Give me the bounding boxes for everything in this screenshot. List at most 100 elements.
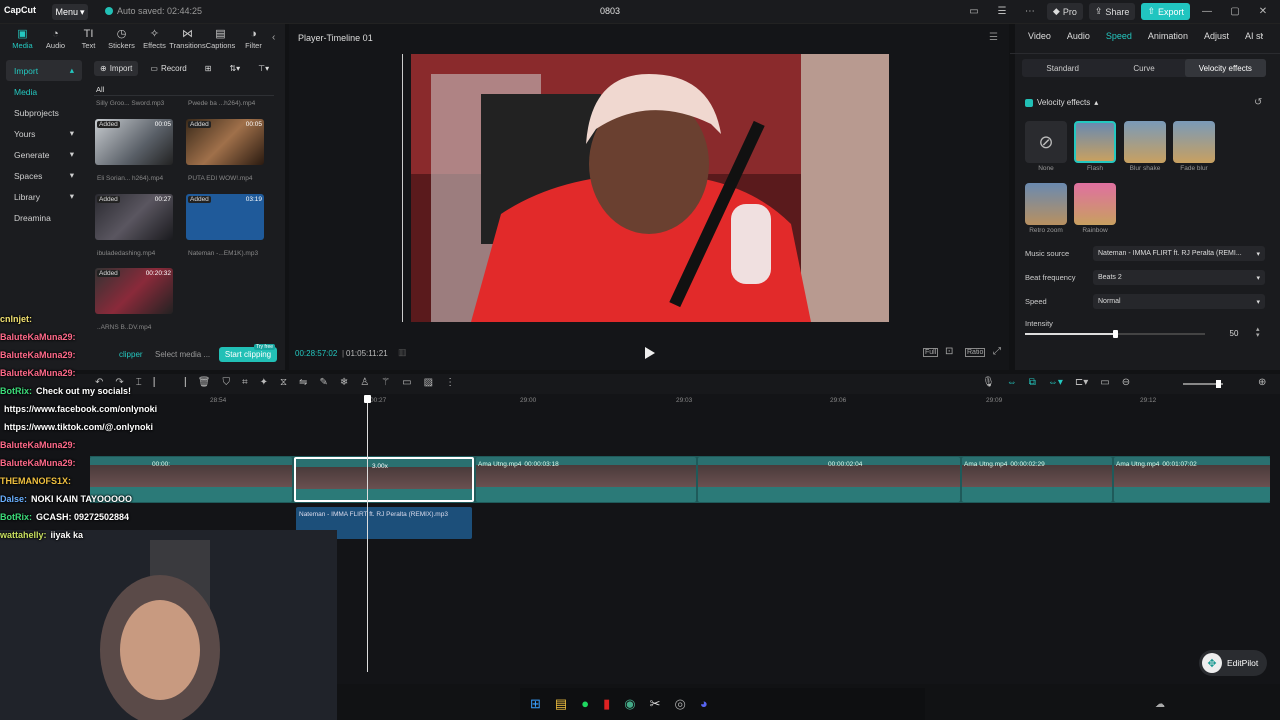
chevron-left-icon[interactable]: ‹ bbox=[272, 32, 275, 43]
maximize-icon[interactable]: ▢ bbox=[1224, 6, 1246, 17]
chevron-right-icon[interactable]: › bbox=[1260, 30, 1263, 41]
capcut-icon[interactable]: ✂ bbox=[650, 696, 661, 712]
video-clip[interactable]: Ama Utng.mp4 00:01:07:02 bbox=[1114, 457, 1270, 502]
mic-icon[interactable]: 🎙 bbox=[982, 377, 995, 388]
windows-start-icon[interactable]: ⊞ bbox=[530, 696, 541, 712]
record-button[interactable]: ▭ Record bbox=[144, 61, 192, 76]
effect-retro-zoom[interactable] bbox=[1025, 183, 1067, 225]
tab-video[interactable]: Video bbox=[1020, 31, 1059, 41]
playhead[interactable] bbox=[364, 395, 371, 672]
slider-handle[interactable] bbox=[1113, 330, 1118, 338]
play-button[interactable] bbox=[645, 347, 655, 359]
tab-stickers[interactable]: ◷ Stickers bbox=[105, 24, 138, 52]
tray-icon[interactable]: ☁ bbox=[1155, 699, 1165, 710]
close-icon[interactable]: ✕ bbox=[1252, 6, 1274, 17]
checkbox-icon[interactable] bbox=[1025, 98, 1033, 107]
snap-icon[interactable]: ⧉ bbox=[1029, 377, 1036, 388]
fullscreen-icon[interactable]: ⤢ bbox=[993, 346, 1001, 357]
sidebar-item-yours[interactable]: Yours ▾ bbox=[6, 123, 82, 144]
reset-icon[interactable]: ↺ bbox=[1254, 97, 1262, 108]
grid-view-icon[interactable]: ⊞ bbox=[199, 61, 218, 76]
image-icon[interactable]: ▨ bbox=[424, 377, 433, 388]
waveform-icon[interactable]: ▥ bbox=[398, 347, 407, 358]
settings-icon[interactable]: ⋯ bbox=[1019, 6, 1041, 17]
layout-icon[interactable]: ▭ bbox=[963, 6, 985, 17]
app-icon[interactable]: ▮ bbox=[603, 696, 610, 712]
effect-rainbow[interactable] bbox=[1074, 183, 1116, 225]
link-icon[interactable]: ⇔ bbox=[1007, 377, 1017, 388]
video-clip[interactable]: 00:00:02:04 bbox=[698, 457, 960, 502]
wand-icon[interactable]: ⚚ bbox=[381, 377, 390, 388]
ratio-button[interactable]: Ratio bbox=[965, 348, 986, 357]
tab-filter[interactable]: ◑ Filter bbox=[237, 24, 270, 52]
share-button[interactable]: ⇪ Share bbox=[1088, 3, 1136, 20]
folder-icon[interactable]: ▤ bbox=[555, 696, 567, 712]
import-button[interactable]: ⊕ Import bbox=[94, 60, 139, 76]
tab-media[interactable]: ▣ Media bbox=[6, 24, 39, 52]
freeze-icon[interactable]: ❄ bbox=[340, 377, 348, 388]
music-source-dropdown[interactable]: Nateman - IMMA FLIRT ft. RJ Peralta (REM… bbox=[1093, 246, 1265, 261]
zoom-slider[interactable] bbox=[1183, 380, 1223, 388]
export-button[interactable]: ⇧ Export bbox=[1141, 3, 1190, 20]
playhead-handle[interactable] bbox=[364, 395, 371, 403]
tab-text[interactable]: TI Text bbox=[72, 24, 105, 52]
tab-transitions[interactable]: ⋈ Transitions bbox=[169, 24, 205, 52]
preview-axis-icon[interactable]: ⇔▾ bbox=[1048, 377, 1063, 388]
effect-flash[interactable] bbox=[1074, 121, 1116, 163]
tab-effects[interactable]: ✧ Effects bbox=[138, 24, 171, 52]
media-thumb[interactable]: Added 00:05 bbox=[95, 119, 173, 165]
all-filter[interactable]: All bbox=[96, 85, 104, 94]
video-clip[interactable]: Ama Utng.mp4 00:00:03:18 bbox=[476, 457, 696, 502]
media-thumb[interactable]: Added 00:05 bbox=[186, 119, 264, 165]
effect-fade-blur[interactable] bbox=[1173, 121, 1215, 163]
effect-blur-shake[interactable] bbox=[1124, 121, 1166, 163]
speed-dropdown[interactable]: Normal ▾ bbox=[1093, 294, 1265, 309]
sidebar-item-media[interactable]: Media bbox=[6, 81, 82, 102]
sidebar-item-import[interactable]: Import ▴ bbox=[6, 60, 82, 81]
media-thumb[interactable]: Added 03:19 bbox=[186, 194, 264, 240]
video-clip[interactable]: Ama Utng.mp4 00:00:02:29 bbox=[962, 457, 1112, 502]
discord-icon[interactable]: ◕ bbox=[700, 696, 708, 712]
tab-ai-style[interactable]: AI st bbox=[1237, 31, 1271, 41]
stepper-icon[interactable]: ▴ ▾ bbox=[1256, 326, 1260, 339]
list-icon[interactable]: ☰ bbox=[991, 6, 1013, 17]
sidebar-item-library[interactable]: Library ▾ bbox=[6, 186, 82, 207]
caption-icon[interactable]: ▭ bbox=[1100, 377, 1109, 388]
zoom-out-icon[interactable]: ⊖ bbox=[1122, 377, 1130, 388]
tab-curve[interactable]: Curve bbox=[1103, 59, 1184, 77]
tab-adjust[interactable]: Adjust bbox=[1196, 31, 1237, 41]
menu-button[interactable]: Menu ▾ bbox=[52, 4, 88, 20]
sidebar-item-dreamina[interactable]: Dreamina bbox=[6, 207, 82, 228]
filter-options-icon[interactable]: ⊤▾ bbox=[252, 61, 275, 76]
zoom-in-icon[interactable]: ⊕ bbox=[1258, 377, 1266, 388]
effect-none[interactable]: ⊘ bbox=[1025, 121, 1067, 163]
editpilot-button[interactable]: ✥ EditPilot bbox=[1199, 650, 1267, 676]
tab-velocity-effects[interactable]: Velocity effects bbox=[1184, 59, 1266, 77]
tab-audio-props[interactable]: Audio bbox=[1059, 31, 1098, 41]
minimize-icon[interactable]: — bbox=[1196, 6, 1218, 17]
player-menu-icon[interactable]: ☰ bbox=[989, 32, 998, 43]
slider-handle[interactable] bbox=[1216, 380, 1221, 388]
tab-standard[interactable]: Standard bbox=[1022, 59, 1103, 77]
intensity-slider[interactable] bbox=[1025, 330, 1205, 338]
screen-icon[interactable]: ▭ bbox=[402, 377, 411, 388]
person-icon[interactable]: ♙ bbox=[360, 377, 369, 388]
tab-audio[interactable]: ◔ Audio bbox=[39, 24, 72, 52]
media-thumb[interactable]: Added 00:20:32 bbox=[95, 268, 173, 314]
align-icon[interactable]: ⊏▾ bbox=[1075, 377, 1088, 388]
full-button[interactable]: Full bbox=[923, 348, 939, 357]
media-thumb[interactable]: Added 00:27 bbox=[95, 194, 173, 240]
pro-button[interactable]: ◆ Pro bbox=[1046, 3, 1083, 20]
intensity-value[interactable]: 50 bbox=[1214, 327, 1254, 341]
chrome-icon[interactable]: ◉ bbox=[624, 696, 635, 712]
sidebar-item-generate[interactable]: Generate ▾ bbox=[6, 144, 82, 165]
video-preview[interactable] bbox=[411, 54, 889, 322]
obs-icon[interactable]: ◎ bbox=[674, 696, 685, 712]
waveform-tool-icon[interactable]: ⋮ bbox=[445, 377, 455, 388]
sidebar-item-subprojects[interactable]: Subprojects bbox=[6, 102, 82, 123]
tab-animation[interactable]: Animation bbox=[1140, 31, 1196, 41]
tab-speed[interactable]: Speed bbox=[1098, 31, 1140, 41]
spotify-icon[interactable]: ● bbox=[581, 696, 589, 712]
zoom-fit-icon[interactable]: ⊡ bbox=[945, 346, 953, 357]
sort-icon[interactable]: ⇅▾ bbox=[223, 61, 246, 76]
